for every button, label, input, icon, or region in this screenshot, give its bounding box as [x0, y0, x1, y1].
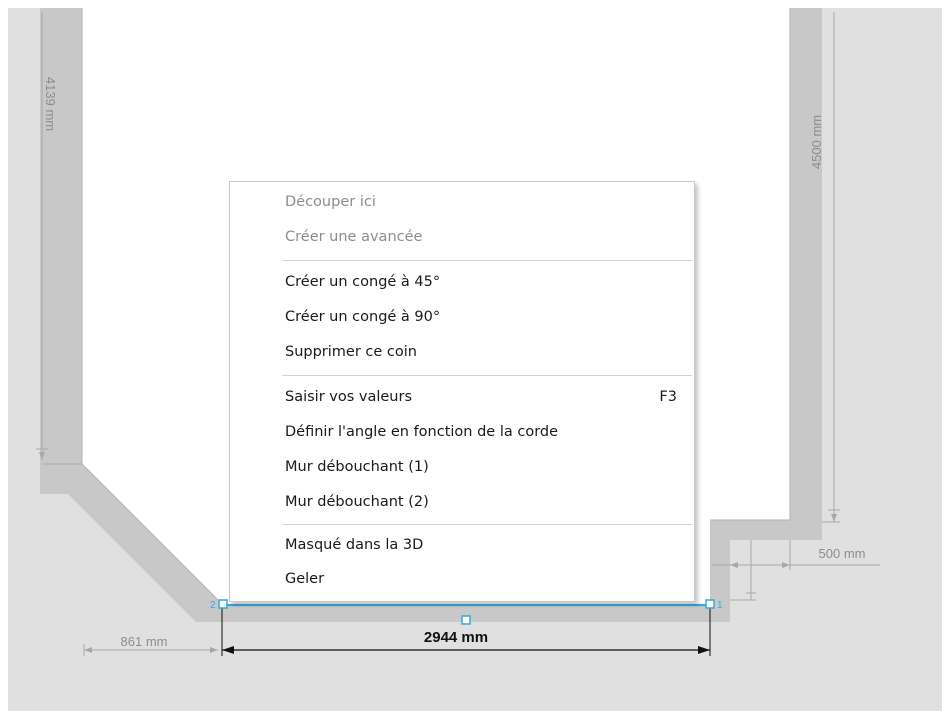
menu-item-label: Créer une avancée — [285, 229, 423, 245]
menu-item-conge-90[interactable]: Créer un congé à 90° — [231, 302, 693, 334]
menu-item-label: Mur débouchant (2) — [285, 494, 429, 510]
menu-item-supprimer-coin[interactable]: Supprimer ce coin — [231, 337, 693, 369]
menu-item-geler[interactable]: Geler — [231, 564, 693, 596]
menu-separator — [282, 524, 692, 525]
main-dimension-label[interactable]: 2944 mm — [424, 629, 488, 646]
menu-item-label: Créer un congé à 45° — [285, 274, 441, 290]
menu-item-mur-debouchant-1[interactable]: Mur débouchant (1) — [231, 452, 693, 484]
wall-end-handle[interactable] — [705, 599, 715, 609]
menu-item-label: Supprimer ce coin — [285, 344, 417, 360]
menu-item-masque-3d[interactable]: Masqué dans la 3D — [231, 530, 693, 562]
menu-item-creer-avancee[interactable]: Créer une avancée — [231, 222, 693, 254]
right-offset-label: 500 mm — [819, 546, 866, 561]
menu-separator — [282, 260, 692, 261]
wall-mid-handle[interactable] — [461, 615, 471, 625]
menu-item-definir-angle[interactable]: Définir l'angle en fonction de la corde — [231, 417, 693, 449]
menu-item-label: Définir l'angle en fonction de la corde — [285, 424, 559, 440]
context-menu: Découper ici Créer une avancée Créer un … — [229, 181, 695, 602]
menu-item-label: Geler — [285, 571, 325, 587]
menu-item-label: Créer un congé à 90° — [285, 309, 441, 325]
left-dimension-label: 4139 mm — [43, 77, 58, 131]
wall-start-handle[interactable] — [218, 599, 228, 609]
menu-item-label: Découper ici — [285, 194, 376, 210]
bottom-left-dimension-label: 861 mm — [121, 634, 168, 649]
right-dimension-label: 4500 mm — [809, 115, 824, 169]
menu-item-saisir-valeurs[interactable]: Saisir vos valeurs F3 — [231, 382, 693, 414]
menu-item-label: Saisir vos valeurs — [285, 389, 413, 405]
menu-item-label: Mur débouchant (1) — [285, 459, 429, 475]
menu-item-shortcut: F3 — [659, 389, 677, 405]
menu-item-label: Masqué dans la 3D — [285, 537, 424, 553]
menu-item-mur-debouchant-2[interactable]: Mur débouchant (2) — [231, 487, 693, 519]
node-label-end: 1 — [717, 600, 723, 611]
menu-item-decouper-ici[interactable]: Découper ici — [231, 187, 693, 219]
menu-item-conge-45[interactable]: Créer un congé à 45° — [231, 267, 693, 299]
menu-separator — [282, 375, 692, 376]
node-label-start: 2 — [210, 600, 216, 611]
